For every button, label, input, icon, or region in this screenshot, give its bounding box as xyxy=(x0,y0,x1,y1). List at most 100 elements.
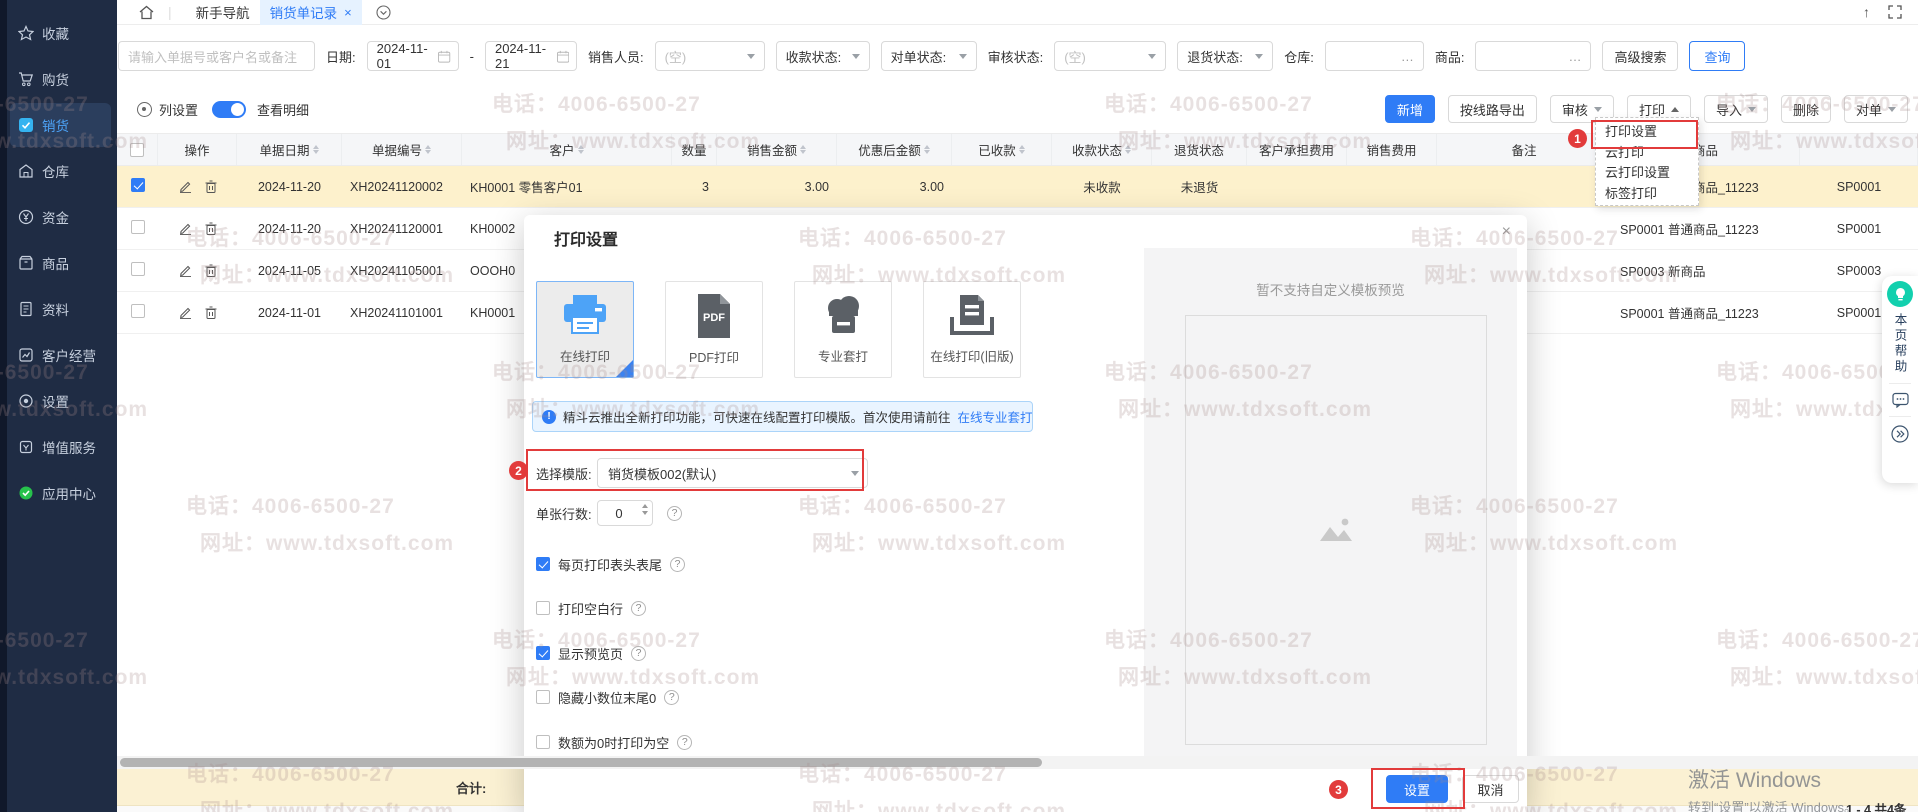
print-type-online-legacy[interactable]: 在线打印(旧版) xyxy=(923,281,1021,378)
template-select[interactable]: 销货模板002(默认) xyxy=(597,458,868,488)
sidebar-item-app-center[interactable]: 应用中心 xyxy=(10,471,111,515)
cancel-button[interactable]: 取消 xyxy=(1462,775,1519,803)
tab-sales-records[interactable]: 销货单记录 × xyxy=(260,0,362,25)
product-input[interactable]: … xyxy=(1475,41,1591,71)
trash-icon[interactable] xyxy=(205,222,217,235)
row-checkbox[interactable] xyxy=(131,220,145,234)
help-icon[interactable]: ? xyxy=(631,601,646,616)
export-by-route-button[interactable]: 按线路导出 xyxy=(1448,95,1537,123)
edit-icon[interactable] xyxy=(179,264,192,277)
col-pay-status[interactable]: 收款状态 xyxy=(1052,134,1152,165)
calendar-icon xyxy=(438,50,450,63)
scrollbar-thumb[interactable] xyxy=(120,758,1042,767)
help-icon[interactable]: ? xyxy=(664,690,679,705)
option-checkbox[interactable] xyxy=(536,690,550,704)
sidebar-item-settings[interactable]: 设置 xyxy=(10,379,111,423)
trash-icon[interactable] xyxy=(205,306,217,319)
row-checkbox[interactable] xyxy=(131,262,145,276)
sidebar-item-favorites[interactable]: 收藏 xyxy=(10,11,111,55)
sort-icon xyxy=(1019,145,1025,155)
help-icon[interactable]: ? xyxy=(667,506,682,521)
print-type-professional[interactable]: 专业套打 xyxy=(794,281,892,378)
home-button[interactable] xyxy=(139,5,154,20)
edit-icon[interactable] xyxy=(179,180,192,193)
collapse-chevrons-icon[interactable] xyxy=(1891,425,1909,443)
option-checkbox[interactable] xyxy=(536,646,550,660)
feedback-chat-icon[interactable] xyxy=(1892,392,1909,408)
scroll-top-icon[interactable]: ↑ xyxy=(1863,4,1870,20)
pay-status-select[interactable]: 收款状态: xyxy=(776,41,870,71)
row-checkbox[interactable] xyxy=(131,304,145,318)
option-checkbox[interactable] xyxy=(536,735,550,749)
sidebar-item-customer-ops[interactable]: 客户经营 xyxy=(10,333,111,377)
import-button[interactable]: 导入 xyxy=(1704,95,1768,123)
match-button[interactable]: 对单 xyxy=(1844,95,1908,123)
edit-icon[interactable] xyxy=(179,222,192,235)
edit-icon[interactable] xyxy=(179,306,192,319)
cell-date: 2024-11-20 xyxy=(237,222,342,236)
warehouse-input[interactable]: … xyxy=(1325,41,1424,71)
customer-chart-icon xyxy=(18,347,34,363)
tab-newbie-guide[interactable]: 新手导航 xyxy=(186,0,260,25)
return-status-select[interactable]: 退货状态: xyxy=(1177,41,1273,71)
selected-corner-mark xyxy=(616,360,633,377)
salesperson-select[interactable]: (空) xyxy=(655,41,765,71)
sidebar-item-funds[interactable]: 资金 xyxy=(10,195,111,239)
date-to-value: 2024-11-21 xyxy=(495,41,557,71)
date-to-input[interactable]: 2024-11-21 xyxy=(485,41,577,71)
row-checkbox[interactable] xyxy=(131,178,145,192)
col-received[interactable]: 已收款 xyxy=(952,134,1052,165)
sidebar-item-label: 商品 xyxy=(42,253,69,273)
advanced-search-button[interactable]: 高级搜索 xyxy=(1602,41,1678,71)
trash-icon[interactable] xyxy=(205,180,217,193)
sidebar-item-purchase[interactable]: 购货 xyxy=(10,57,111,101)
recent-tabs-button[interactable] xyxy=(376,5,391,20)
rows-stepper[interactable]: 0 xyxy=(597,500,653,526)
fullscreen-icon[interactable] xyxy=(1888,5,1902,19)
delete-button[interactable]: 删除 xyxy=(1781,95,1831,123)
stepper-arrows[interactable] xyxy=(642,504,648,515)
help-icon[interactable]: ? xyxy=(677,735,692,750)
option-checkbox[interactable] xyxy=(536,601,550,615)
menu-item-cloud-print-settings[interactable]: 云打印设置 xyxy=(1596,163,1698,184)
menu-item-label-print[interactable]: 标签打印 xyxy=(1596,184,1698,205)
sidebar-item-warehouse[interactable]: 仓库 xyxy=(10,149,111,193)
confirm-settings-button[interactable]: 设置 xyxy=(1386,775,1448,803)
close-tab-icon[interactable]: × xyxy=(344,5,352,20)
print-type-online[interactable]: 在线打印 xyxy=(536,281,634,378)
column-settings-icon[interactable] xyxy=(137,102,152,117)
select-all-checkbox[interactable] xyxy=(117,134,158,165)
cell-no: XH20241105001 xyxy=(342,264,462,278)
help-icon[interactable]: ? xyxy=(670,557,685,572)
help-bulb-button[interactable] xyxy=(1887,281,1913,307)
col-amount[interactable]: 销售金额 xyxy=(717,134,837,165)
help-widget-label[interactable]: 本页帮助 xyxy=(1891,313,1910,375)
funds-icon xyxy=(18,209,34,225)
menu-item-print-settings[interactable]: 打印设置 xyxy=(1596,122,1698,143)
query-button[interactable]: 查询 xyxy=(1689,41,1745,71)
sidebar-item-value-services[interactable]: 增值服务 xyxy=(10,425,111,469)
notice-link[interactable]: 在线专业套打设置 xyxy=(958,407,1033,426)
sort-icon xyxy=(425,145,431,155)
cell-date: 2024-11-20 xyxy=(237,180,342,194)
col-date[interactable]: 单据日期 xyxy=(237,134,342,165)
sidebar-item-goods[interactable]: 商品 xyxy=(10,241,111,285)
help-icon[interactable]: ? xyxy=(631,646,646,661)
option-checkbox[interactable] xyxy=(536,557,550,571)
print-type-pdf[interactable]: PDF PDF打印 xyxy=(665,281,763,378)
col-no[interactable]: 单据编号 xyxy=(342,134,462,165)
sidebar-item-data[interactable]: 资料 xyxy=(10,287,111,331)
menu-item-cloud-print[interactable]: 云打印 xyxy=(1596,143,1698,164)
col-customer[interactable]: 客户 xyxy=(462,134,672,165)
add-button[interactable]: 新增 xyxy=(1385,95,1435,123)
audit-status-select[interactable]: (空) xyxy=(1054,41,1166,71)
search-input[interactable]: 请输入单据号或客户名或备注 xyxy=(118,41,315,71)
ellipsis-icon: … xyxy=(1401,49,1414,64)
date-from-input[interactable]: 2024-11-01 xyxy=(367,41,459,71)
col-after-discount[interactable]: 优惠后金额 xyxy=(837,134,952,165)
sidebar-item-sales[interactable]: 销货 xyxy=(10,103,111,147)
match-status-select[interactable]: 对单状态: xyxy=(881,41,977,71)
close-icon[interactable]: × xyxy=(1502,223,1511,241)
trash-icon[interactable] xyxy=(205,264,217,277)
detail-toggle[interactable] xyxy=(212,101,246,118)
